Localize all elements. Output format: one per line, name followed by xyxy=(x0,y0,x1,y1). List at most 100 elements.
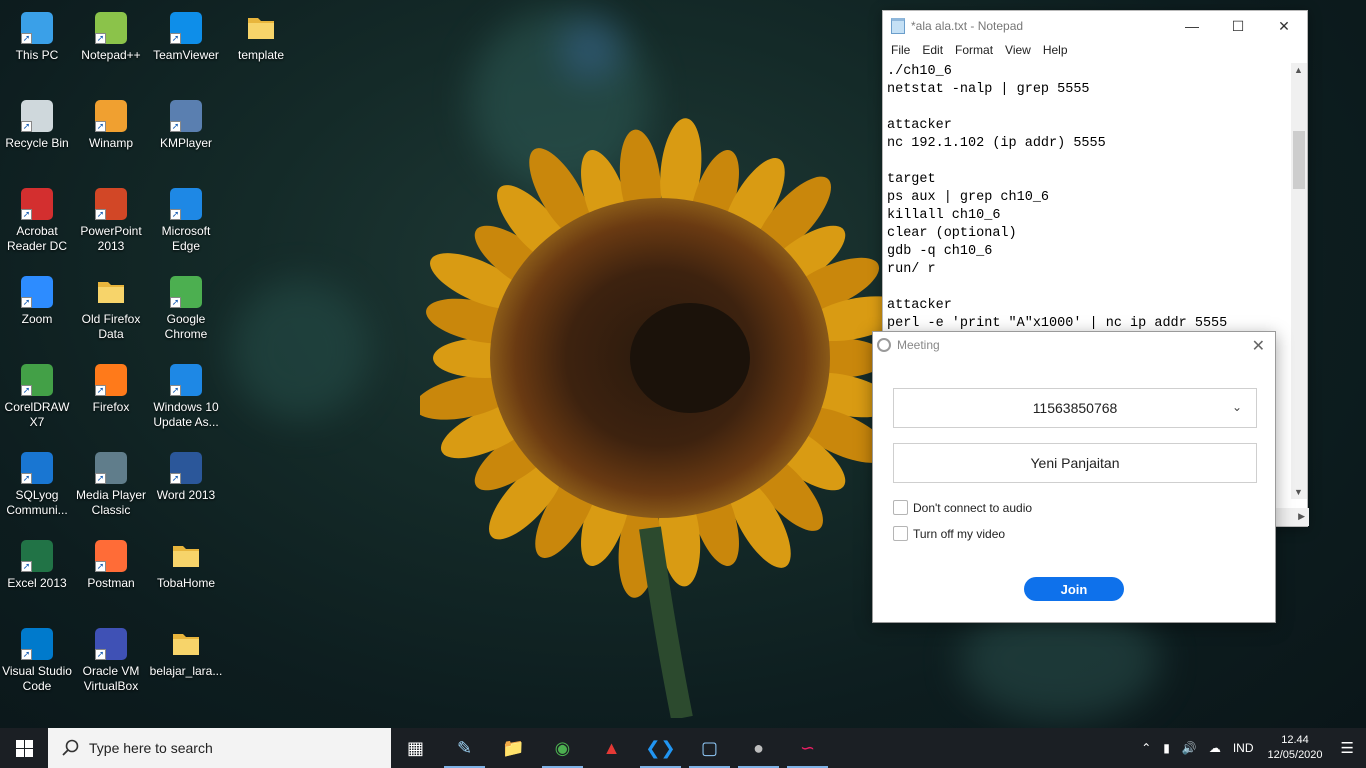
taskbar-app-button[interactable]: ● xyxy=(734,728,783,768)
taskbar-search-box[interactable]: Type here to search xyxy=(48,728,391,768)
desktop-icon-label: belajar_lara... xyxy=(149,664,223,678)
desktop-icon[interactable]: ➚ Windows 10 Update As... xyxy=(149,358,223,440)
volume-icon[interactable]: 🔊 xyxy=(1182,741,1197,755)
meeting-id-value: 11563850768 xyxy=(1032,400,1118,416)
turn-off-video-option[interactable]: Turn off my video xyxy=(893,526,1005,541)
scroll-right-arrow-icon[interactable]: ▶ xyxy=(1298,511,1305,522)
menu-file[interactable]: File xyxy=(885,41,916,61)
desktop-icon[interactable]: ➚ SQLyog Communi... xyxy=(0,446,74,528)
taskbar-app-button[interactable]: ▢ xyxy=(685,728,734,768)
close-icon[interactable]: ✕ xyxy=(1252,336,1265,356)
desktop-icon[interactable]: ➚ Postman xyxy=(74,534,148,616)
desktop-icon[interactable]: ➚ Microsoft Edge xyxy=(149,182,223,264)
desktop-icon[interactable]: ➚ CorelDRAW X7 xyxy=(0,358,74,440)
desktop-icon[interactable]: ➚ Media Player Classic xyxy=(74,446,148,528)
desktop-icon[interactable]: ➚ Acrobat Reader DC xyxy=(0,182,74,264)
name-value: Yeni Panjaitan xyxy=(1030,455,1120,471)
teamviewer-icon: ➚ xyxy=(170,12,202,44)
taskbar-app-button[interactable]: ◉ xyxy=(538,728,587,768)
desktop-icon-label: Notepad++ xyxy=(81,48,141,62)
taskbar-app-button[interactable]: ▲ xyxy=(587,728,636,768)
chrome-icon: ◉ xyxy=(554,737,571,758)
desktop-icon[interactable]: template xyxy=(224,6,298,88)
audio-checkbox[interactable] xyxy=(893,500,908,515)
desktop-icon[interactable]: ➚ Oracle VM VirtualBox xyxy=(74,622,148,704)
desktop-icon[interactable]: ➚ Firefox xyxy=(74,358,148,440)
notepad-line: run/ r xyxy=(887,262,936,277)
meeting-titlebar[interactable]: Meeting xyxy=(873,332,1275,358)
menu-view[interactable]: View xyxy=(999,41,1037,61)
folder-icon xyxy=(170,628,202,660)
notification-icon[interactable]: ☰ xyxy=(1341,739,1354,757)
desktop-icon[interactable]: ➚ PowerPoint 2013 xyxy=(74,182,148,264)
network-cloud-icon[interactable]: ☁ xyxy=(1209,741,1221,755)
folder-icon xyxy=(95,276,127,308)
desktop-icon[interactable]: Old Firefox Data xyxy=(74,270,148,352)
desktop-icon[interactable]: ➚ This PC xyxy=(0,6,74,88)
clock[interactable]: 12.44 12/05/2020 xyxy=(1267,733,1322,763)
scroll-down-arrow-icon[interactable]: ▼ xyxy=(1294,487,1303,497)
menu-help[interactable]: Help xyxy=(1037,41,1074,61)
taskbar-app-button[interactable]: ▦ xyxy=(391,728,440,768)
powerpoint-icon: ➚ xyxy=(95,188,127,220)
video-checkbox[interactable] xyxy=(893,526,908,541)
chevron-down-icon[interactable]: ⌄ xyxy=(1232,400,1242,414)
join-button[interactable]: Join xyxy=(1024,577,1124,601)
vertical-scrollbar[interactable]: ▲ ▼ xyxy=(1291,63,1307,499)
menu-format[interactable]: Format xyxy=(949,41,999,61)
desktop-icon[interactable]: TobaHome xyxy=(149,534,223,616)
notepad-line xyxy=(887,279,1289,297)
menu-edit[interactable]: Edit xyxy=(916,41,949,61)
desktop-icon-label: Winamp xyxy=(88,136,133,150)
desktop-icon[interactable]: ➚ Winamp xyxy=(74,94,148,176)
language-indicator[interactable]: IND xyxy=(1233,741,1254,755)
sunflower-image xyxy=(420,118,890,718)
edge-icon: ➚ xyxy=(170,188,202,220)
desktop-icon[interactable]: ➚ KMPlayer xyxy=(149,94,223,176)
desktop-icon-label: Postman xyxy=(87,576,135,590)
this-pc-icon: ➚ xyxy=(21,12,53,44)
kmplayer-icon: ➚ xyxy=(170,100,202,132)
desktop-icon-label: PowerPoint 2013 xyxy=(80,224,142,253)
search-placeholder: Type here to search xyxy=(89,740,213,756)
desktop-icon[interactable]: ➚ Excel 2013 xyxy=(0,534,74,616)
taskbar-app-button[interactable]: 📁 xyxy=(489,728,538,768)
notepad-line: ./ch10_6 xyxy=(887,64,952,79)
taskbar-app-button[interactable]: ✎ xyxy=(440,728,489,768)
desktop-icon[interactable]: ➚ Google Chrome xyxy=(149,270,223,352)
desktop-icon[interactable]: ➚ Word 2013 xyxy=(149,446,223,528)
scroll-up-arrow-icon[interactable]: ▲ xyxy=(1294,65,1303,75)
notepad-line: attacker xyxy=(887,298,952,313)
desktop-icon[interactable]: ➚ Zoom xyxy=(0,270,74,352)
meeting-dialog[interactable]: Meeting ✕ 11563850768 ⌄ Yeni Panjaitan D… xyxy=(872,331,1276,623)
battery-icon[interactable]: ▮ xyxy=(1163,741,1170,755)
notepad-line: target xyxy=(887,172,936,187)
start-button[interactable] xyxy=(0,728,48,768)
desktop-icon-label: CorelDRAW X7 xyxy=(4,400,70,429)
desktop-icon[interactable]: ➚ Recycle Bin xyxy=(0,94,74,176)
desktop-icon-label: SQLyog Communi... xyxy=(6,488,68,517)
notepad-line: ps aux | grep ch10_6 xyxy=(887,190,1050,205)
taskbar-app-button[interactable]: ❮❯ xyxy=(636,728,685,768)
desktop-icon-label: Word 2013 xyxy=(156,488,216,502)
desktop-icon[interactable]: ➚ TeamViewer xyxy=(149,6,223,88)
dont-connect-audio-option[interactable]: Don't connect to audio xyxy=(893,500,1032,515)
taskbar-app-button[interactable]: ∽ xyxy=(783,728,832,768)
desktop-icon[interactable]: ➚ Notepad++ xyxy=(74,6,148,88)
media-player-icon: ➚ xyxy=(95,452,127,484)
desktop-icon[interactable]: ➚ Visual Studio Code xyxy=(0,622,74,704)
desktop-icon-label: KMPlayer xyxy=(159,136,212,150)
scrollbar-thumb[interactable] xyxy=(1293,131,1305,189)
notepad-line xyxy=(887,99,1289,117)
desktop-icon-label: Zoom xyxy=(21,312,53,326)
minimize-button[interactable]: — xyxy=(1169,11,1215,41)
zoom-icon: ➚ xyxy=(21,276,53,308)
notepad-icon: ✎ xyxy=(456,737,473,758)
close-button[interactable]: ✕ xyxy=(1261,11,1307,41)
vscode-icon: ➚ xyxy=(21,628,53,660)
chevron-up-icon[interactable]: ⌃ xyxy=(1141,741,1151,755)
desktop-icon[interactable]: belajar_lara... xyxy=(149,622,223,704)
name-input[interactable]: Yeni Panjaitan xyxy=(893,443,1257,483)
meeting-id-combobox[interactable]: 11563850768 ⌄ xyxy=(893,388,1257,428)
maximize-button[interactable]: ☐ xyxy=(1215,11,1261,41)
